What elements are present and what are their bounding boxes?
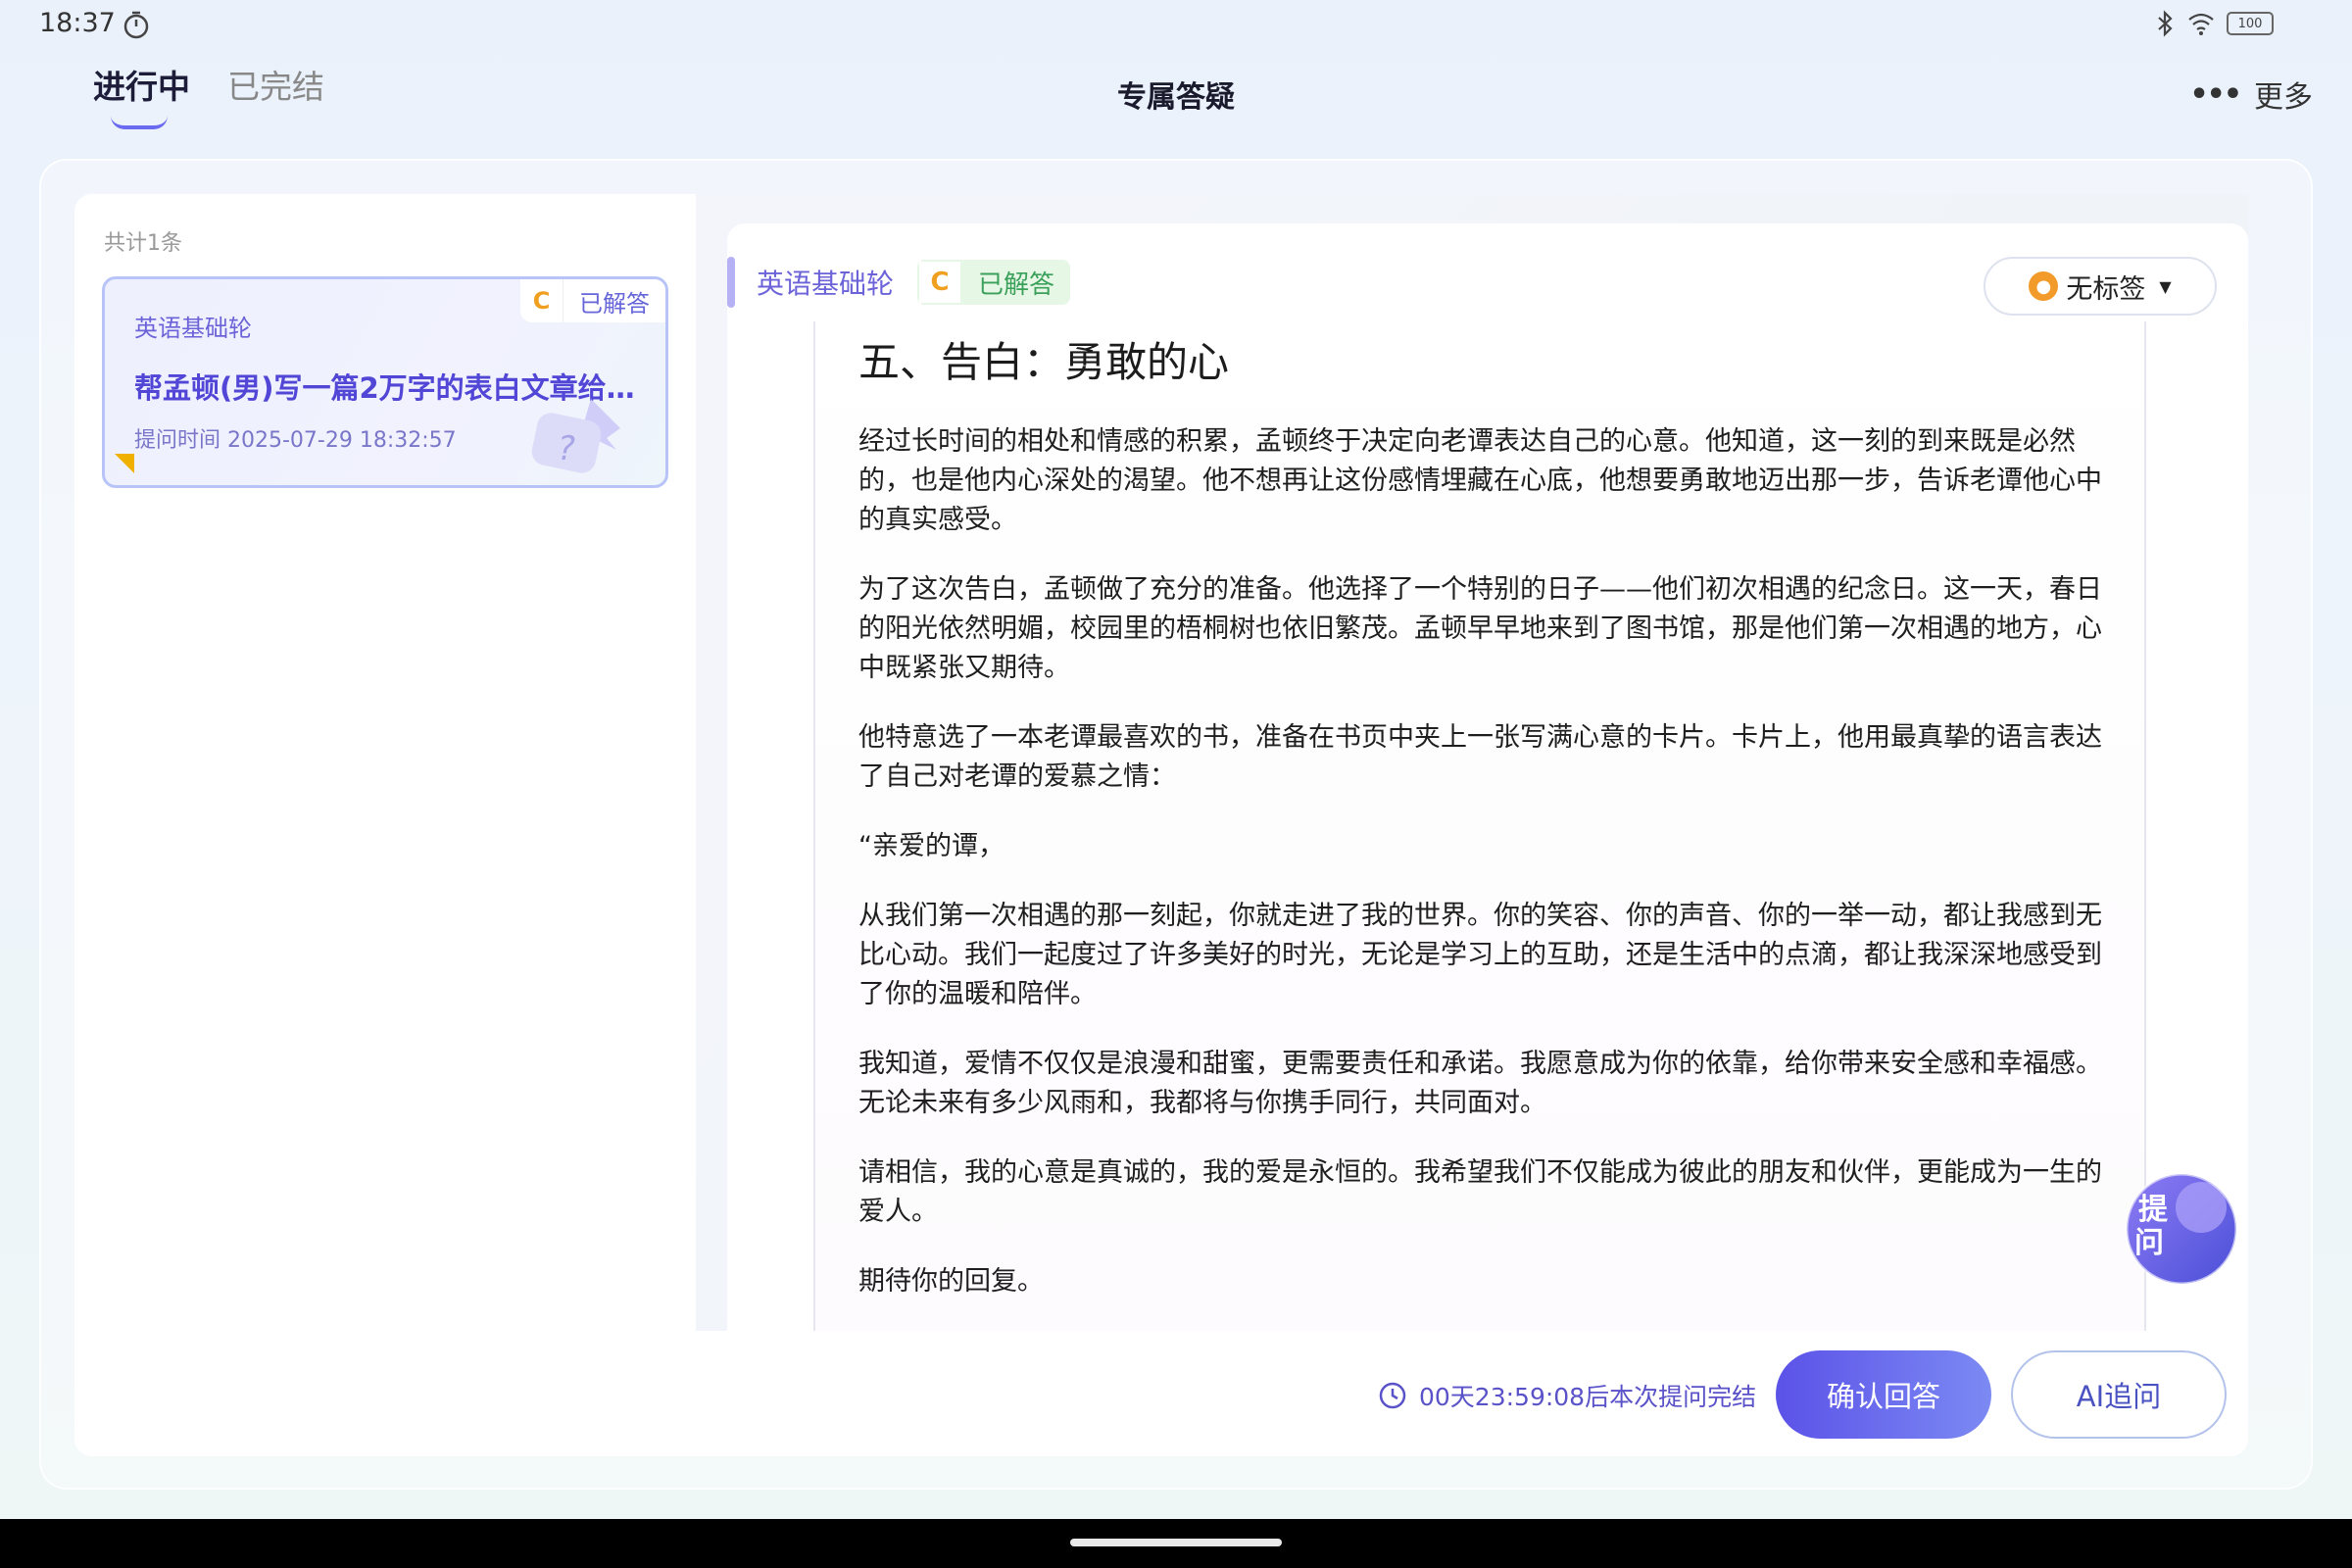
answer-paragraph: 经过长时间的相处和情感的积累，孟顿终于决定向老谭表达自己的心意。他知道，这一刻的… bbox=[858, 426, 2102, 535]
ai-followup-button[interactable]: AI追问 bbox=[2011, 1350, 2227, 1439]
confirm-answer-button[interactable]: 确认回答 bbox=[1776, 1350, 1991, 1439]
wifi-icon bbox=[2188, 13, 2214, 35]
accent-bar bbox=[727, 257, 735, 308]
answer-content[interactable]: 五、告白：勇敢的心 经过长时间的相处和情感的积累，孟顿终于决定向老谭表达自己的心… bbox=[813, 321, 2146, 1331]
more-dots-icon: ••• bbox=[2189, 76, 2242, 112]
card-course: 英语基础轮 bbox=[134, 315, 252, 342]
answer-paragraph: 为了这次告白，孟顿做了充分的准备。他选择了一个特别的日子——他们初次相遇的纪念日… bbox=[858, 574, 2102, 683]
battery-icon: 100 bbox=[2227, 12, 2274, 35]
answer-grade: C bbox=[917, 260, 963, 305]
more-button[interactable]: ••• 更多 bbox=[2189, 73, 2313, 116]
system-nav-bar bbox=[0, 1519, 2352, 1568]
card-badges: C 已解答 bbox=[520, 279, 665, 322]
svg-text:?: ? bbox=[558, 429, 575, 468]
status-bar: 18:37 100 bbox=[0, 0, 2352, 51]
home-handle[interactable] bbox=[1070, 1539, 1282, 1546]
answer-paragraph: 从我们第一次相遇的那一刻起，你就走进了我的世界。你的笑容、你的声音、你的一举一动… bbox=[858, 901, 2102, 1009]
bluetooth-icon bbox=[2158, 10, 2173, 37]
question-bubble-icon: ? bbox=[531, 399, 620, 473]
tag-dropdown[interactable]: ● 无标签 ▼ bbox=[1984, 257, 2217, 316]
tag-label: 无标签 bbox=[2066, 273, 2146, 305]
ask-question-float-button[interactable]: 提 问 bbox=[2117, 1164, 2242, 1290]
question-list-panel: 共计1条 C 已解答 英语基础轮 帮孟顿(男)写一篇2万字的表白文章给… 提问时… bbox=[74, 194, 696, 1456]
tag-icon: ● bbox=[2029, 271, 2059, 301]
answer-paragraph: “亲爱的谭， bbox=[858, 831, 1004, 861]
page-title: 专属答疑 bbox=[1117, 80, 1235, 115]
card-time: 提问时间 2025-07-29 18:32:57 bbox=[134, 428, 457, 453]
answer-paragraph: 请相信，我的心意是真诚的，我的爱是永恒的。我希望我们不仅能成为彼此的朋友和伙伴，… bbox=[858, 1157, 2102, 1227]
status-time: 18:37 bbox=[39, 8, 116, 38]
status-icons: 100 bbox=[2156, 10, 2274, 37]
caret-down-icon: ▼ bbox=[2159, 276, 2172, 296]
answer-paragraph: 我知道，爱情不仅仅是浪漫和甜蜜，更需要责任和承诺。我愿意成为你的依靠，给你带来安… bbox=[858, 1049, 2102, 1118]
status-badge: 已解答 bbox=[579, 289, 650, 318]
answer-status: 已解答 bbox=[978, 270, 1055, 300]
clock-icon bbox=[1379, 1382, 1406, 1409]
countdown: 00天23:59:08后本次提问完结 bbox=[1378, 1378, 1756, 1413]
ask-label-1: 提 bbox=[2138, 1193, 2169, 1227]
answer-paragraph: 期待你的回复。 bbox=[858, 1266, 1044, 1297]
card-corner-marker bbox=[115, 454, 134, 473]
answer-status-badge: C 已解答 bbox=[917, 260, 1071, 305]
answer-heading: 五、告白：勇敢的心 bbox=[858, 338, 1230, 386]
more-label: 更多 bbox=[2254, 80, 2313, 115]
answer-course: 英语基础轮 bbox=[757, 268, 895, 300]
ask-label-2: 问 bbox=[2134, 1226, 2164, 1260]
grade-badge: C bbox=[520, 279, 564, 322]
answer-paragraph: 他特意选了一本老谭最喜欢的书，准备在书页中夹上一张写满心意的卡片。卡片上，他用最… bbox=[858, 722, 2102, 792]
answer-header: 英语基础轮 C 已解答 bbox=[727, 251, 1071, 314]
timer-icon bbox=[123, 11, 149, 39]
bottom-action-bar: 00天23:59:08后本次提问完结 确认回答 AI追问 bbox=[74, 1331, 2248, 1456]
answer-card: 英语基础轮 C 已解答 ● 无标签 ▼ 五、告白：勇敢的心 经过长时间的相处和情… bbox=[727, 223, 2248, 1331]
countdown-text: 00天23:59:08后本次提问完结 bbox=[1419, 1383, 1757, 1411]
total-count: 共计1条 bbox=[104, 231, 182, 256]
question-card[interactable]: C 已解答 英语基础轮 帮孟顿(男)写一篇2万字的表白文章给… 提问时间 202… bbox=[102, 276, 668, 488]
